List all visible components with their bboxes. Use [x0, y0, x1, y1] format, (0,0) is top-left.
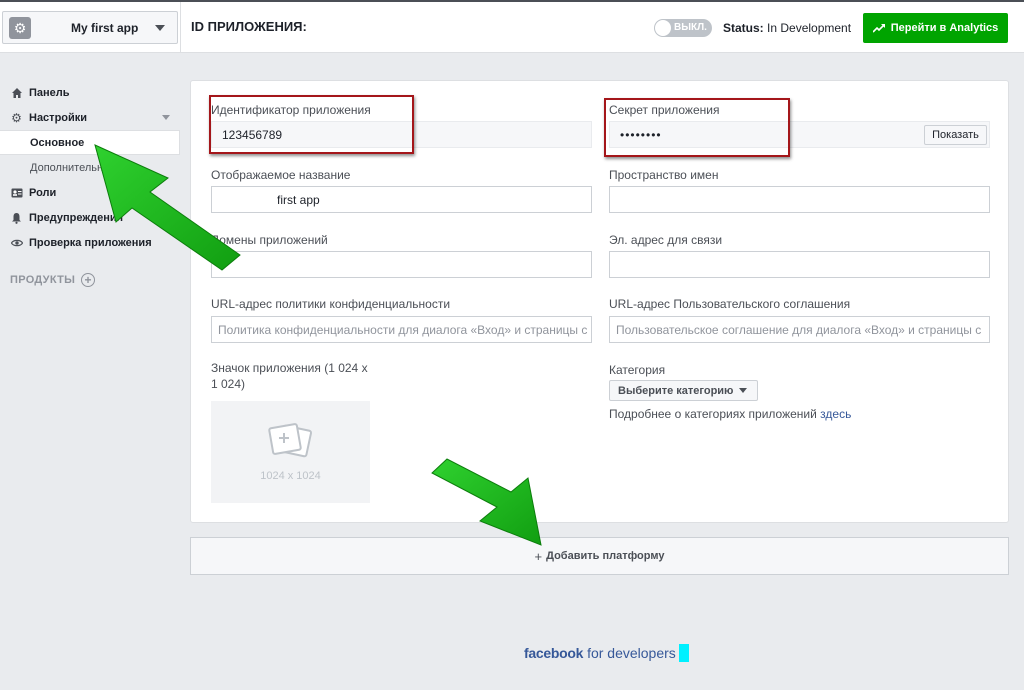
plus-icon: + — [534, 548, 543, 564]
trend-up-icon — [872, 24, 885, 33]
annotation-box-app-secret — [604, 98, 790, 157]
add-platform-button[interactable]: + Добавить платформу — [190, 537, 1009, 575]
category-dropdown[interactable]: Выберите категорию — [609, 380, 759, 401]
products-label: ПРОДУКТЫ — [10, 274, 76, 286]
toggle-knob — [655, 20, 671, 36]
analytics-button[interactable]: Перейти в Analytics — [863, 13, 1008, 43]
app-icon-label-line2: 1 024) — [211, 377, 246, 391]
home-icon — [10, 86, 23, 99]
sidebar-item-app-review[interactable]: Проверка приложения — [0, 230, 180, 255]
annotation-box-app-id — [209, 95, 414, 154]
sidebar-item-dashboard[interactable]: Панель — [0, 80, 180, 105]
top-header: ⚙ My first app ID ПРИЛОЖЕНИЯ: ВЫКЛ. Stat… — [0, 2, 1024, 53]
header-divider — [180, 2, 181, 53]
sidebar-item-basic[interactable]: Основное — [0, 130, 180, 155]
bell-icon — [10, 211, 23, 224]
live-toggle[interactable]: ВЫКЛ. — [654, 19, 712, 37]
sidebar-item-alerts[interactable]: Предупреждения — [0, 205, 180, 230]
sidebar-item-label: Предупреждения — [29, 211, 124, 224]
facebook-logo: facebook — [524, 645, 584, 661]
chevron-down-icon — [155, 25, 165, 31]
category-dropdown-label: Выберите категорию — [618, 384, 734, 397]
sidebar-item-label: Основное — [30, 136, 85, 149]
image-placeholder-icon — [267, 423, 312, 458]
sidebar-item-settings[interactable]: ⚙ Настройки — [0, 105, 180, 130]
app-icon-size: 1024 x 1024 — [260, 470, 321, 482]
display-name-label: Отображаемое название — [211, 168, 351, 182]
app-domains-label: Домены приложений — [211, 233, 328, 247]
app-id-heading: ID ПРИЛОЖЕНИЯ: — [191, 19, 307, 34]
products-section: ПРОДУКТЫ + — [0, 273, 180, 287]
category-label: Категория — [609, 363, 666, 377]
app-domains-field[interactable] — [211, 251, 592, 278]
sidebar-item-label: Настройки — [29, 111, 88, 124]
terms-url-field[interactable]: Пользовательское соглашение для диалога … — [609, 316, 990, 343]
sidebar: Панель ⚙ Настройки Основное Дополнительн… — [0, 80, 180, 287]
sidebar-item-label: Дополнительно — [30, 161, 110, 174]
chevron-down-icon — [162, 115, 170, 120]
sidebar-item-label: Панель — [29, 86, 70, 99]
app-name: My first app — [71, 20, 139, 35]
footer-logo: facebook for developers — [524, 644, 689, 662]
privacy-url-field[interactable]: Политика конфиденциальности для диалога … — [211, 316, 592, 343]
sidebar-item-label: Роли — [29, 186, 57, 199]
status-value: In Development — [767, 21, 852, 35]
category-help-link[interactable]: здесь — [820, 407, 851, 421]
contact-email-label: Эл. адрес для связи — [609, 233, 723, 247]
app-status: Status: In Development — [723, 21, 851, 35]
eye-icon — [10, 236, 23, 249]
app-icon-upload[interactable]: 1024 x 1024 — [211, 401, 370, 503]
toggle-label: ВЫКЛ. — [674, 22, 707, 33]
sidebar-item-advanced[interactable]: Дополнительно — [0, 155, 180, 180]
sidebar-item-label: Проверка приложения — [29, 236, 152, 249]
namespace-label: Пространство имен — [609, 168, 719, 182]
gear-icon: ⚙ — [11, 110, 22, 125]
add-product-icon[interactable]: + — [81, 273, 96, 287]
sidebar-item-roles[interactable]: Роли — [0, 180, 180, 205]
analytics-button-label: Перейти в Analytics — [890, 22, 999, 34]
category-help-text: Подробнее о категориях приложений — [609, 407, 817, 421]
show-secret-button[interactable]: Показать — [924, 125, 987, 145]
status-prefix: Status: — [723, 21, 764, 35]
text-cursor — [678, 644, 689, 662]
app-gear-icon: ⚙ — [9, 16, 31, 39]
add-platform-label: Добавить платформу — [546, 550, 665, 562]
for-developers-text: for developers — [587, 645, 676, 661]
privacy-url-label: URL-адрес политики конфиденциальности — [211, 297, 451, 311]
category-help: Подробнее о категориях приложений здесь — [609, 407, 851, 421]
app-icon-label-line1: Значок приложения (1 024 x — [211, 361, 368, 375]
namespace-field[interactable] — [609, 186, 990, 213]
contact-email-field[interactable] — [609, 251, 990, 278]
id-card-icon — [10, 186, 23, 199]
chevron-down-icon — [739, 388, 748, 393]
display-name-field[interactable]: first app — [211, 186, 592, 213]
app-selector[interactable]: ⚙ My first app — [2, 11, 178, 44]
terms-url-label: URL-адрес Пользовательского соглашения — [609, 297, 851, 311]
